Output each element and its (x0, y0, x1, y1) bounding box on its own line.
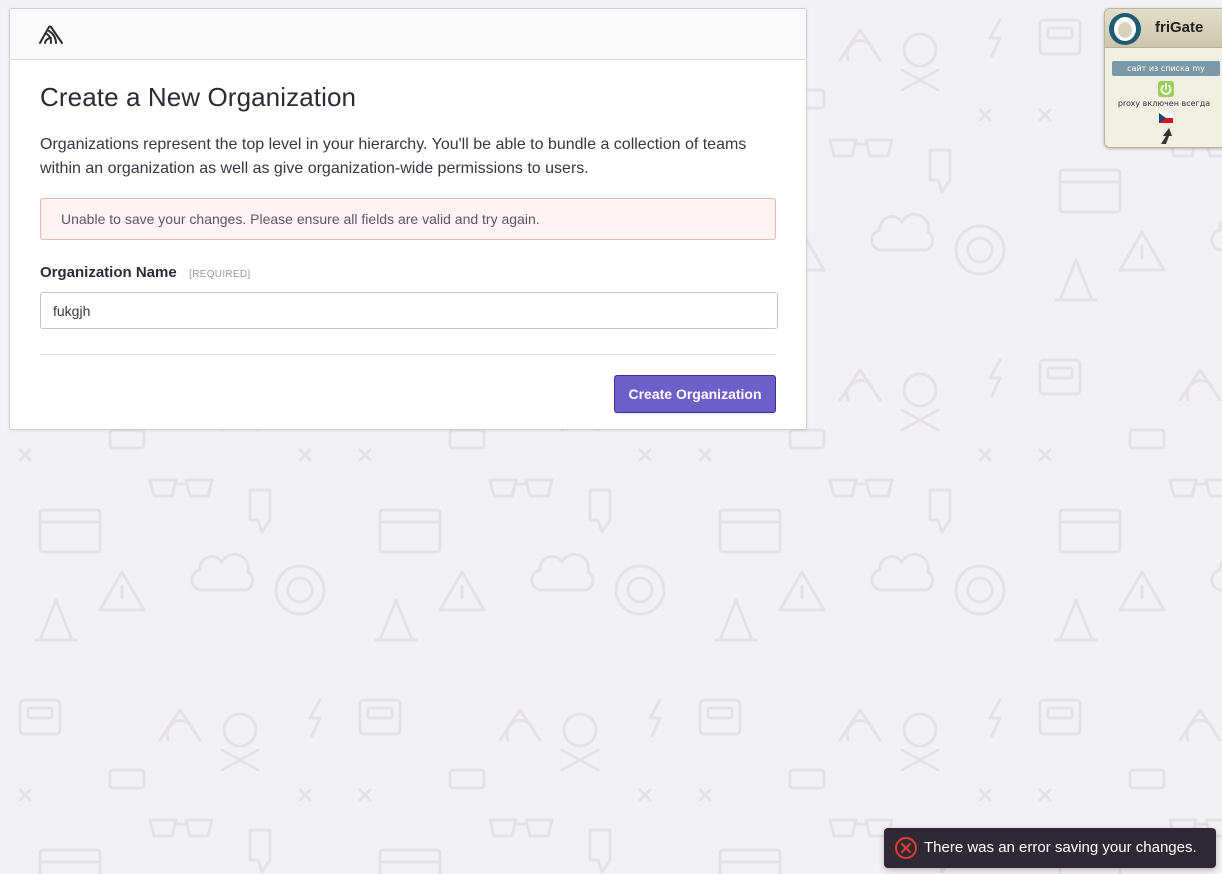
frigate-status-text: proxy включен всегда (1117, 99, 1211, 108)
sentry-logo-icon[interactable] (38, 23, 64, 45)
error-circle-icon (895, 837, 917, 859)
frigate-extension-widget[interactable]: friGate сайт из списка my proxy включен … (1104, 8, 1222, 148)
czech-flag-icon (1159, 113, 1173, 123)
card-header (10, 9, 806, 60)
toast-message: There was an error saving your changes. (924, 839, 1197, 856)
form-actions: Create Organization (40, 355, 776, 413)
frigate-header: friGate (1105, 9, 1222, 48)
create-organization-card: Create a New Organization Organizations … (9, 8, 807, 430)
frigate-site-list-button[interactable]: сайт из списка my (1112, 61, 1220, 76)
arrow-up-icon[interactable] (1158, 127, 1174, 145)
create-organization-button[interactable]: Create Organization (614, 375, 776, 413)
org-name-label-row: Organization Name [REQUIRED] (40, 263, 776, 283)
org-name-label: Organization Name (40, 264, 177, 281)
card-body: Create a New Organization Organizations … (10, 60, 806, 413)
error-alert-message: Unable to save your changes. Please ensu… (61, 211, 540, 227)
error-alert: Unable to save your changes. Please ensu… (40, 198, 776, 240)
power-icon[interactable] (1158, 81, 1174, 97)
page-title: Create a New Organization (40, 82, 357, 112)
frigate-title: friGate (1155, 19, 1204, 36)
frigate-logo-icon (1109, 13, 1141, 45)
organization-name-input[interactable] (40, 292, 778, 329)
required-badge: [REQUIRED] (189, 269, 251, 280)
error-toast[interactable]: There was an error saving your changes. (884, 828, 1216, 868)
intro-text: Organizations represent the top level in… (40, 136, 747, 177)
